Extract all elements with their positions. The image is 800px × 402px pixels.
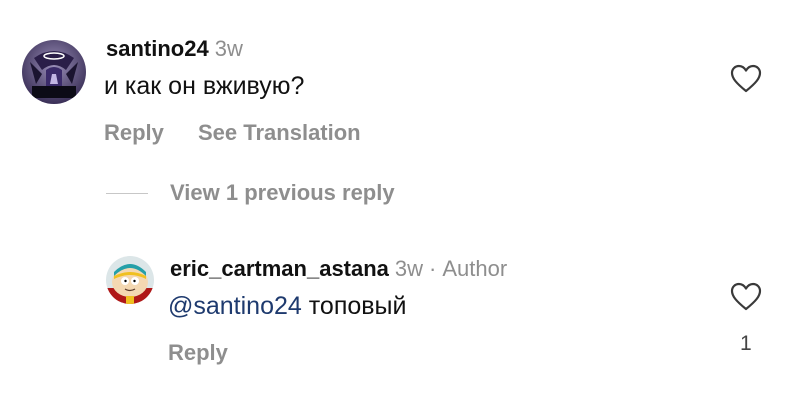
reply-timestamp: 3w xyxy=(394,256,424,281)
reply-username[interactable]: eric_cartman_astana xyxy=(170,256,389,281)
separator: · xyxy=(429,256,437,281)
divider-line xyxy=(106,192,148,194)
author-badge: Author xyxy=(442,256,508,281)
reply-button[interactable]: Reply xyxy=(168,340,228,366)
avatar-image xyxy=(22,40,86,104)
reply-avatar[interactable] xyxy=(106,256,154,304)
username[interactable]: santino24 xyxy=(106,36,209,61)
see-translation-button[interactable]: See Translation xyxy=(198,120,361,146)
timestamp: 3w xyxy=(214,36,243,61)
like-count: 1 xyxy=(740,332,752,355)
comment-text: и как он вживую? xyxy=(104,72,305,100)
reply-button[interactable]: Reply xyxy=(104,120,164,146)
view-previous-replies[interactable]: View 1 previous reply xyxy=(106,178,395,208)
reply-text-body: топовый xyxy=(308,292,407,320)
reply-text: @santino24 топовый xyxy=(168,292,407,321)
avatar[interactable] xyxy=(22,40,86,104)
heart-icon[interactable] xyxy=(730,282,762,312)
reply-header: eric_cartman_astana 3w · Author xyxy=(170,256,507,282)
avatar-image xyxy=(106,256,154,304)
view-replies-label: View 1 previous reply xyxy=(170,180,395,205)
comment-header: santino24 3w xyxy=(106,36,243,62)
heart-icon[interactable] xyxy=(730,64,762,94)
mention-link[interactable]: @santino24 xyxy=(168,292,302,320)
